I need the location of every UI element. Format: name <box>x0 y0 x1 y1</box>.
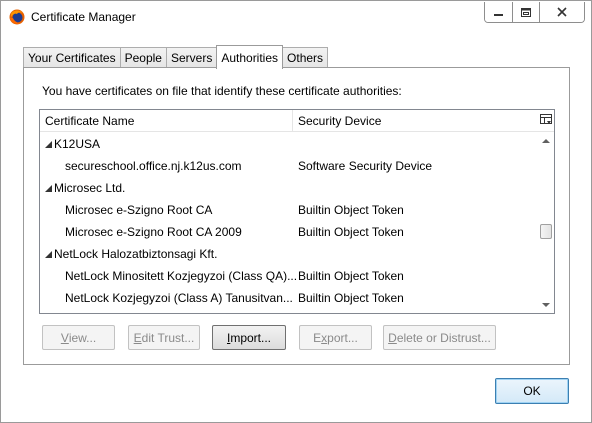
close-button[interactable] <box>539 2 584 22</box>
tree-cert-row[interactable]: secureschool.office.nj.k12us.com Software… <box>40 155 538 177</box>
cell-security-device: Software Security Device <box>298 159 433 173</box>
column-picker-icon[interactable] <box>540 114 552 126</box>
scroll-up-arrow-icon[interactable] <box>542 137 550 145</box>
delete-button-label: elete or Distrust... <box>396 330 491 345</box>
column-divider[interactable] <box>292 110 293 132</box>
minimize-button[interactable] <box>485 2 512 22</box>
cell-security-device: Builtin Object Token <box>298 291 404 305</box>
tree-group-row[interactable]: NetLock Halozatbiztonsagi Kft. <box>40 243 538 265</box>
delete-or-distrust-button[interactable]: Delete or Distrust... <box>383 325 496 350</box>
ok-button[interactable]: OK <box>495 378 569 404</box>
column-header-certificate-name[interactable]: Certificate Name <box>45 110 134 132</box>
tree-cert-row[interactable]: NetLock Minositett Kozjegyzoi (Class QA)… <box>40 265 538 287</box>
intro-text: You have certificates on file that ident… <box>42 84 402 98</box>
import-button[interactable]: Import... <box>212 325 286 350</box>
tree-rows: K12USA secureschool.office.nj.k12us.com So… <box>40 133 538 309</box>
tab-people[interactable]: People <box>119 47 167 68</box>
expanded-triangle-icon[interactable] <box>45 185 52 192</box>
vertical-scrollbar[interactable] <box>538 133 554 313</box>
restore-icon <box>521 7 531 17</box>
tree-cert-row[interactable]: NetLock Kozjegyzoi (Class A) Tanusitvan.… <box>40 287 538 309</box>
certificate-tree[interactable]: Certificate Name Security Device K12USA s… <box>39 109 555 314</box>
cell-certificate-name: K12USA <box>54 137 101 151</box>
edit-trust-button[interactable]: Edit Trust... <box>128 325 200 350</box>
export-button-label: port... <box>327 330 358 345</box>
cell-security-device: Builtin Object Token <box>298 225 404 239</box>
close-icon <box>557 7 567 17</box>
window-controls <box>484 2 585 23</box>
window-title: Certificate Manager <box>31 10 136 24</box>
tree-group-row[interactable]: K12USA <box>40 133 538 155</box>
tree-cert-row[interactable]: Microsec e-Szigno Root CA Builtin Object … <box>40 199 538 221</box>
delete-button-mnemonic: D <box>388 330 397 345</box>
restore-button[interactable] <box>512 2 539 22</box>
column-header-security-device[interactable]: Security Device <box>298 110 381 132</box>
view-button-mnemonic: V <box>60 330 69 345</box>
tab-servers[interactable]: Servers <box>165 47 218 68</box>
view-button-label: iew... <box>68 330 97 345</box>
cell-certificate-name: NetLock Kozjegyzoi (Class A) Tanusitvan.… <box>65 291 293 305</box>
edit-trust-button-label: dit Trust... <box>141 330 195 345</box>
cell-certificate-name: Microsec e-Szigno Root CA 2009 <box>65 225 242 239</box>
tree-group-row[interactable]: Microsec Ltd. <box>40 177 538 199</box>
scroll-down-arrow-icon[interactable] <box>542 301 550 309</box>
minimize-icon <box>494 13 503 16</box>
view-button[interactable]: View... <box>42 325 115 350</box>
export-button-prefix: E <box>313 330 322 345</box>
cell-certificate-name: Microsec e-Szigno Root CA <box>65 203 213 217</box>
cell-certificate-name: NetLock Halozatbiztonsagi Kft. <box>54 247 218 261</box>
tab-others[interactable]: Others <box>282 47 329 68</box>
edit-trust-button-mnemonic: E <box>133 330 142 345</box>
expanded-triangle-icon[interactable] <box>45 251 52 258</box>
cell-certificate-name: secureschool.office.nj.k12us.com <box>65 159 242 173</box>
tab-authorities[interactable]: Authorities <box>216 45 284 69</box>
cell-certificate-name: Microsec Ltd. <box>54 181 126 195</box>
scrollbar-thumb[interactable] <box>540 224 552 239</box>
title-bar[interactable]: Certificate Manager <box>1 1 591 31</box>
cell-certificate-name: NetLock Minositett Kozjegyzoi (Class QA)… <box>65 269 298 283</box>
firefox-icon <box>9 9 25 25</box>
expanded-triangle-icon[interactable] <box>45 141 52 148</box>
tree-cert-row[interactable]: Microsec e-Szigno Root CA 2009 Builtin Ob… <box>40 221 538 243</box>
import-button-label: mport... <box>230 330 272 345</box>
tab-strip: Your Certificates People Servers Authori… <box>23 45 329 69</box>
authorities-panel: You have certificates on file that ident… <box>23 67 570 365</box>
tab-your-certificates[interactable]: Your Certificates <box>23 47 121 68</box>
tree-header: Certificate Name Security Device <box>40 110 554 132</box>
cell-security-device: Builtin Object Token <box>298 203 404 217</box>
certificate-manager-window: Certificate Manager Your Certificates Pe… <box>0 0 592 423</box>
export-button[interactable]: Ex port... <box>299 325 372 350</box>
cell-security-device: Builtin Object Token <box>298 269 404 283</box>
